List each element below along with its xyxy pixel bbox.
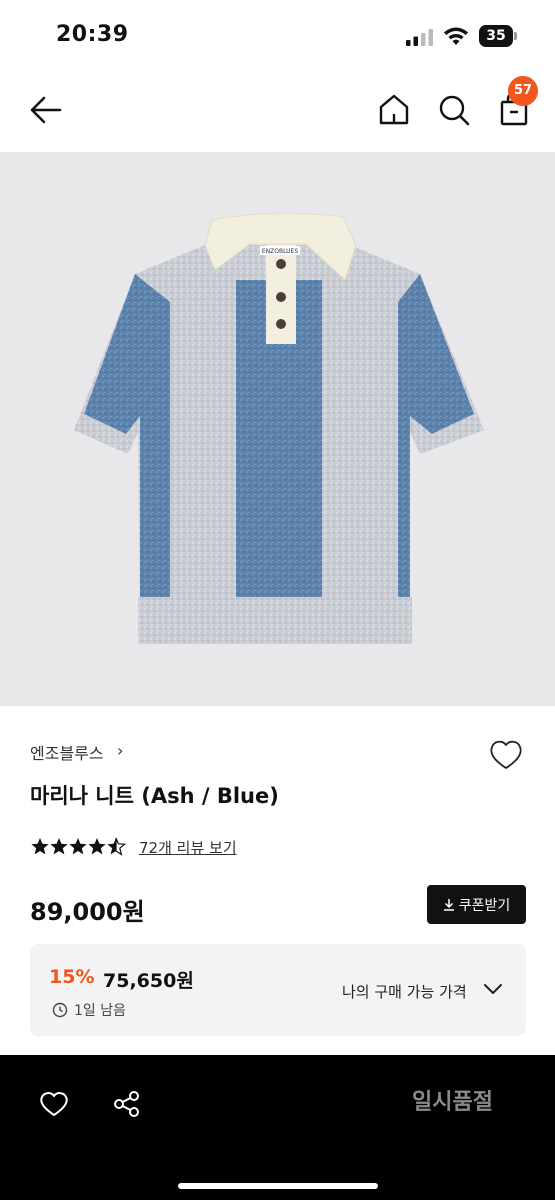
cellular-signal-icon	[406, 29, 433, 46]
time-left-label: 1일 남음	[74, 1003, 126, 1019]
rating-stars	[31, 837, 127, 856]
search-icon[interactable]	[434, 90, 474, 130]
star-icon	[50, 838, 68, 855]
star-icon	[69, 838, 87, 855]
product-price: 89,000원	[30, 898, 145, 926]
my-price-label[interactable]: 나의 구매 가능 가격	[342, 981, 467, 1002]
chevron-down-icon[interactable]	[482, 982, 504, 996]
knit-polo-shirt-illustration: ENZOBLUES	[74, 212, 484, 644]
bottom-action-bar: 일시품절	[0, 1055, 555, 1200]
wifi-icon	[444, 27, 468, 45]
share-icon[interactable]	[112, 1089, 142, 1119]
soldout-button: 일시품절	[412, 1090, 493, 1115]
back-arrow-icon[interactable]	[26, 90, 66, 130]
brand-link[interactable]: 엔조블루스	[30, 740, 104, 764]
discount-rate: 15%	[49, 966, 95, 988]
product-title: 마리나 니트 (Ash / Blue)	[30, 784, 279, 808]
star-icon	[31, 838, 49, 855]
discount-price: 75,650원	[103, 970, 194, 992]
chevron-right-icon: ›	[117, 741, 124, 760]
status-time: 20:39	[56, 22, 129, 47]
home-indicator	[178, 1183, 378, 1189]
battery-icon: 35	[479, 25, 519, 47]
cart-count-badge: 57	[508, 76, 538, 106]
battery-level: 35	[479, 25, 513, 47]
status-bar: 20:39 35	[0, 0, 555, 72]
download-icon	[443, 899, 454, 911]
product-image[interactable]: ENZOBLUES	[0, 152, 555, 706]
home-icon[interactable]	[374, 90, 414, 130]
heart-icon[interactable]	[38, 1089, 70, 1119]
review-link[interactable]: 72개 리뷰 보기	[139, 837, 237, 858]
heart-icon[interactable]	[487, 737, 525, 773]
clock-icon	[52, 1002, 68, 1018]
coupon-download-button[interactable]: 쿠폰받기	[427, 885, 526, 924]
time-left: 1일 남음	[52, 1000, 126, 1020]
brand-tag-text: ENZOBLUES	[262, 248, 298, 255]
star-icon	[88, 838, 106, 855]
top-nav-bar: 57	[0, 72, 555, 152]
benefit-price-box[interactable]: 15% 75,650원 1일 남음 나의 구매 가능 가격	[30, 944, 526, 1036]
coupon-label: 쿠폰받기	[458, 897, 511, 914]
half-star-icon	[107, 838, 116, 855]
